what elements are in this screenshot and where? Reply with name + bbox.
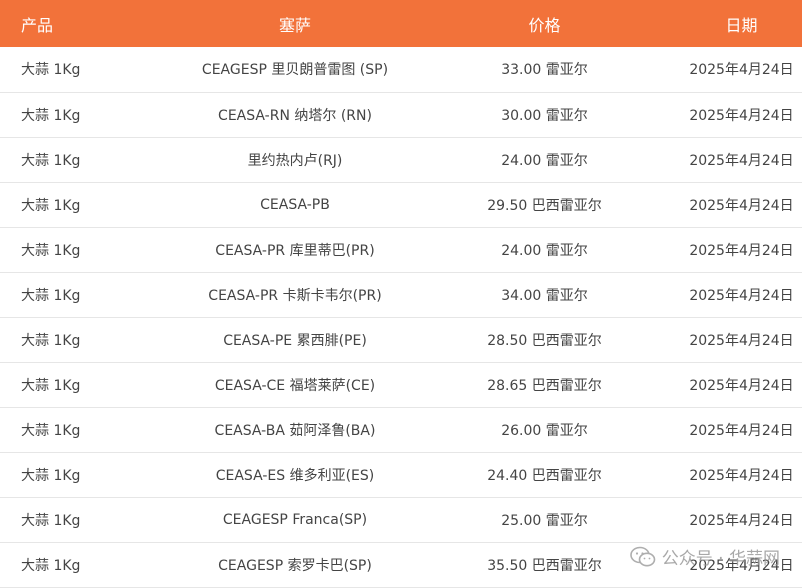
cell-price: 25.00 雷亚尔 bbox=[429, 497, 660, 543]
table-row: 大蒜 1Kg CEASA-ES 维多利亚(ES) 24.40 巴西雷亚尔 2025年4… bbox=[0, 452, 802, 498]
cell-date: 2025年4月24日 bbox=[660, 362, 802, 408]
wechat-icon bbox=[629, 546, 656, 568]
table-row: 大蒜 1Kg CEASA-PR 卡斯卡韦尔(PR) 34.00 雷亚尔 2025年4月… bbox=[0, 272, 802, 318]
cell-date: 2025年4月24日 bbox=[660, 317, 802, 363]
cell-date: 2025年4月24日 bbox=[660, 407, 802, 453]
header-row: 产品 塞萨 价格 日期 bbox=[0, 0, 802, 47]
cell-date: 2025年4月24日 bbox=[660, 47, 802, 93]
header-date[interactable]: 日期 bbox=[660, 0, 802, 47]
cell-product: 大蒜 1Kg bbox=[0, 92, 161, 138]
cell-price: 34.00 雷亚尔 bbox=[429, 272, 660, 318]
cell-price: 24.00 雷亚尔 bbox=[429, 227, 660, 273]
cell-market: CEASA-BA 茹阿泽鲁(BA) bbox=[161, 407, 429, 453]
cell-product: 大蒜 1Kg bbox=[0, 227, 161, 273]
cell-market: CEASA-PR 库里蒂巴(PR) bbox=[161, 227, 429, 273]
cell-market: CEASA-PB bbox=[161, 182, 429, 228]
table-row: 大蒜 1Kg 里约热内卢(RJ) 24.00 雷亚尔 2025年4月24日 bbox=[0, 137, 802, 183]
cell-market: 里约热内卢(RJ) bbox=[161, 137, 429, 183]
cell-date: 2025年4月24日 bbox=[660, 497, 802, 543]
cell-date: 2025年4月24日 bbox=[660, 452, 802, 498]
cell-date: 2025年4月24日 bbox=[660, 272, 802, 318]
table-row: 大蒜 1Kg CEASA-CE 福塔莱萨(CE) 28.65 巴西雷亚尔 2025年4… bbox=[0, 362, 802, 408]
price-table: 产品 塞萨 价格 日期 大蒜 1Kg CEAGESP 里贝朗普雷图 (SP) 33.… bbox=[0, 0, 802, 588]
cell-market: CEAGESP 索罗卡巴(SP) bbox=[161, 542, 429, 588]
cell-price: 28.65 巴西雷亚尔 bbox=[429, 362, 660, 408]
watermark: 公众号 · 华蒜网 bbox=[629, 544, 780, 569]
cell-market: CEAGESP 里贝朗普雷图 (SP) bbox=[161, 47, 429, 93]
cell-price: 29.50 巴西雷亚尔 bbox=[429, 182, 660, 228]
table-row: 大蒜 1Kg CEASA-PR 库里蒂巴(PR) 24.00 雷亚尔 2025年4月2… bbox=[0, 227, 802, 273]
cell-product: 大蒜 1Kg bbox=[0, 272, 161, 318]
cell-product: 大蒜 1Kg bbox=[0, 452, 161, 498]
table-row: 大蒜 1Kg CEASA-PE 累西腓(PE) 28.50 巴西雷亚尔 2025年4月… bbox=[0, 317, 802, 363]
header-market[interactable]: 塞萨 bbox=[161, 0, 429, 47]
cell-market: CEASA-ES 维多利亚(ES) bbox=[161, 452, 429, 498]
cell-product: 大蒜 1Kg bbox=[0, 362, 161, 408]
cell-price: 24.00 雷亚尔 bbox=[429, 137, 660, 183]
watermark-text: 公众号 · 华蒜网 bbox=[661, 549, 780, 569]
cell-product: 大蒜 1Kg bbox=[0, 317, 161, 363]
cell-market: CEASA-RN 纳塔尔 (RN) bbox=[161, 92, 429, 138]
table-row: 大蒜 1Kg CEASA-RN 纳塔尔 (RN) 30.00 雷亚尔 2025年4月2… bbox=[0, 92, 802, 138]
table-row: 大蒜 1Kg CEAGESP 里贝朗普雷图 (SP) 33.00 雷亚尔 2025年4… bbox=[0, 47, 802, 93]
header-product[interactable]: 产品 bbox=[0, 0, 161, 47]
cell-product: 大蒜 1Kg bbox=[0, 137, 161, 183]
cell-product: 大蒜 1Kg bbox=[0, 497, 161, 543]
cell-date: 2025年4月24日 bbox=[660, 182, 802, 228]
cell-date: 2025年4月24日 bbox=[660, 137, 802, 183]
cell-product: 大蒜 1Kg bbox=[0, 182, 161, 228]
cell-price: 33.00 雷亚尔 bbox=[429, 47, 660, 93]
cell-product: 大蒜 1Kg bbox=[0, 47, 161, 93]
cell-price: 35.50 巴西雷亚尔 bbox=[429, 542, 660, 588]
table-row: 大蒜 1Kg CEASA-BA 茹阿泽鲁(BA) 26.00 雷亚尔 2025年4月2… bbox=[0, 407, 802, 453]
cell-price: 30.00 雷亚尔 bbox=[429, 92, 660, 138]
table-row: 大蒜 1Kg CEAGESP Franca(SP) 25.00 雷亚尔 2025年4月… bbox=[0, 497, 802, 543]
cell-market: CEAGESP Franca(SP) bbox=[161, 497, 429, 543]
table-header: 产品 塞萨 价格 日期 bbox=[0, 0, 802, 47]
cell-market: CEASA-PR 卡斯卡韦尔(PR) bbox=[161, 272, 429, 318]
cell-product: 大蒜 1Kg bbox=[0, 407, 161, 453]
table-row: 大蒜 1Kg CEASA-PB 29.50 巴西雷亚尔 2025年4月24日 bbox=[0, 182, 802, 228]
table-body: 大蒜 1Kg CEAGESP 里贝朗普雷图 (SP) 33.00 雷亚尔 2025年4… bbox=[0, 47, 802, 588]
cell-market: CEASA-PE 累西腓(PE) bbox=[161, 317, 429, 363]
cell-market: CEASA-CE 福塔莱萨(CE) bbox=[161, 362, 429, 408]
cell-price: 26.00 雷亚尔 bbox=[429, 407, 660, 453]
cell-product: 大蒜 1Kg bbox=[0, 542, 161, 588]
cell-price: 24.40 巴西雷亚尔 bbox=[429, 452, 660, 498]
cell-date: 2025年4月24日 bbox=[660, 227, 802, 273]
cell-date: 2025年4月24日 bbox=[660, 92, 802, 138]
cell-price: 28.50 巴西雷亚尔 bbox=[429, 317, 660, 363]
header-price[interactable]: 价格 bbox=[429, 0, 660, 47]
